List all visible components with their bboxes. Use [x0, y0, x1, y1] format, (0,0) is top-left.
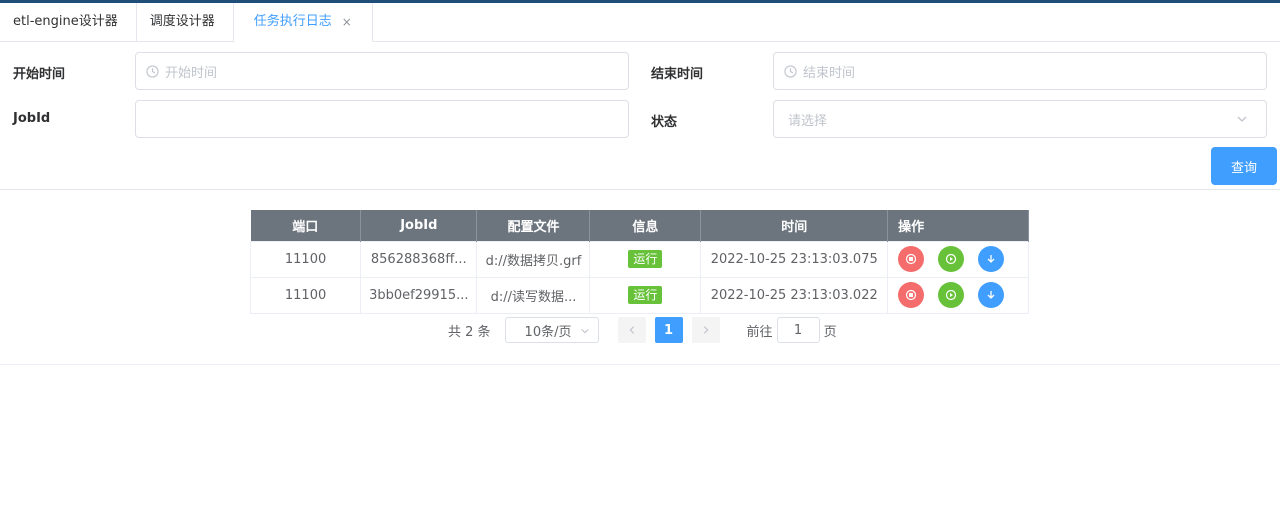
table-row: 11100 856288368ff... d://数据拷贝.grf 运行 202…: [249, 240, 1029, 278]
tab-bar: etl-engine设计器 调度设计器 任务执行日志 ×: [0, 3, 1280, 42]
download-button[interactable]: [978, 282, 1005, 308]
cell-jobid: 3bb0ef29915...: [360, 276, 478, 314]
cell-port: 11100: [249, 240, 362, 278]
end-time-label: 结束时间: [651, 67, 704, 82]
status-badge: 运行: [628, 250, 663, 268]
cell-actions: [887, 276, 1029, 314]
chevron-right-icon: [703, 326, 709, 334]
col-time-header: 时间: [700, 210, 889, 241]
tab-label: 任务执行日志: [253, 14, 332, 29]
jobid-label: JobId: [13, 111, 51, 126]
tab-etl-engine-designer[interactable]: etl-engine设计器: [0, 3, 137, 41]
tab-task-log[interactable]: 任务执行日志 ×: [233, 3, 373, 42]
next-page-button[interactable]: [691, 317, 720, 343]
cell-info: 运行: [589, 276, 702, 314]
tab-label: 调度设计器: [149, 14, 215, 29]
download-button[interactable]: [978, 246, 1005, 272]
log-content: 端口 JobId 配置文件 信息 时间 操作 11100 856288368ff…: [0, 190, 1280, 365]
close-icon[interactable]: ×: [342, 3, 352, 41]
col-actions-header: 操作: [887, 210, 1029, 241]
download-icon: [987, 255, 995, 263]
cell-time: 2022-10-25 23:13:03.022: [700, 276, 889, 314]
search-form: 开始时间 开始时间 结束时间 结束时间 JobId 状态 请选择 查询: [0, 42, 1280, 190]
stop-button[interactable]: [898, 246, 925, 272]
status-placeholder: 请选择: [788, 113, 828, 129]
table-row: 11100 3bb0ef29915... d://读写数据... 运行 2022…: [249, 276, 1029, 314]
cell-time: 2022-10-25 23:13:03.075: [700, 240, 889, 278]
start-time-label: 开始时间: [13, 67, 66, 82]
download-icon: [987, 291, 995, 299]
cell-actions: [887, 240, 1029, 278]
log-table: 端口 JobId 配置文件 信息 时间 操作 11100 856288368ff…: [249, 210, 1029, 314]
page-suffix-label: 页: [823, 324, 837, 340]
chevron-down-icon: [1237, 116, 1247, 122]
table-header-row: 端口 JobId 配置文件 信息 时间 操作: [250, 210, 1029, 241]
page-number-current[interactable]: 1: [654, 317, 683, 343]
stop-icon: [906, 253, 917, 265]
clock-icon: [146, 64, 159, 78]
query-button[interactable]: 查询: [1211, 147, 1277, 185]
prev-page-button[interactable]: [617, 317, 646, 343]
chevron-down-icon: [580, 328, 589, 334]
page-size-value: 10条/页: [524, 324, 572, 340]
start-time-placeholder: 开始时间: [165, 65, 218, 81]
run-button[interactable]: [938, 282, 965, 308]
goto-page-input[interactable]: 1: [776, 317, 820, 343]
col-jobid-header: JobId: [360, 210, 478, 241]
chevron-left-icon: [629, 326, 634, 334]
end-time-placeholder: 结束时间: [803, 65, 856, 81]
cell-jobid: 856288368ff...: [360, 240, 478, 278]
col-port-header: 端口: [250, 210, 362, 241]
stop-icon: [906, 289, 917, 301]
play-icon: [946, 253, 957, 265]
tab-label: etl-engine设计器: [13, 14, 118, 29]
end-time-input[interactable]: 结束时间: [773, 52, 1267, 90]
col-config-header: 配置文件: [476, 210, 591, 241]
stop-button[interactable]: [898, 282, 925, 308]
play-icon: [946, 289, 957, 301]
goto-label: 前往: [746, 324, 773, 340]
cell-info: 运行: [589, 240, 702, 278]
tab-schedule-designer[interactable]: 调度设计器: [137, 3, 234, 41]
cell-port: 11100: [249, 276, 362, 314]
clock-icon: [784, 64, 797, 78]
page-size-select[interactable]: 10条/页: [504, 317, 599, 343]
cell-config: d://读写数据...: [476, 276, 591, 314]
run-button[interactable]: [938, 246, 965, 272]
status-label: 状态: [651, 115, 678, 130]
status-select[interactable]: 请选择: [773, 100, 1267, 138]
status-badge: 运行: [628, 286, 663, 304]
col-info-header: 信息: [589, 210, 702, 241]
pagination-total: 共 2 条: [448, 324, 491, 340]
cell-config: d://数据拷贝.grf: [476, 240, 591, 278]
jobid-input[interactable]: [135, 100, 629, 138]
start-time-input[interactable]: 开始时间: [135, 52, 629, 90]
pagination: 共 2 条 10条/页 1 前往 1 页: [448, 317, 837, 343]
